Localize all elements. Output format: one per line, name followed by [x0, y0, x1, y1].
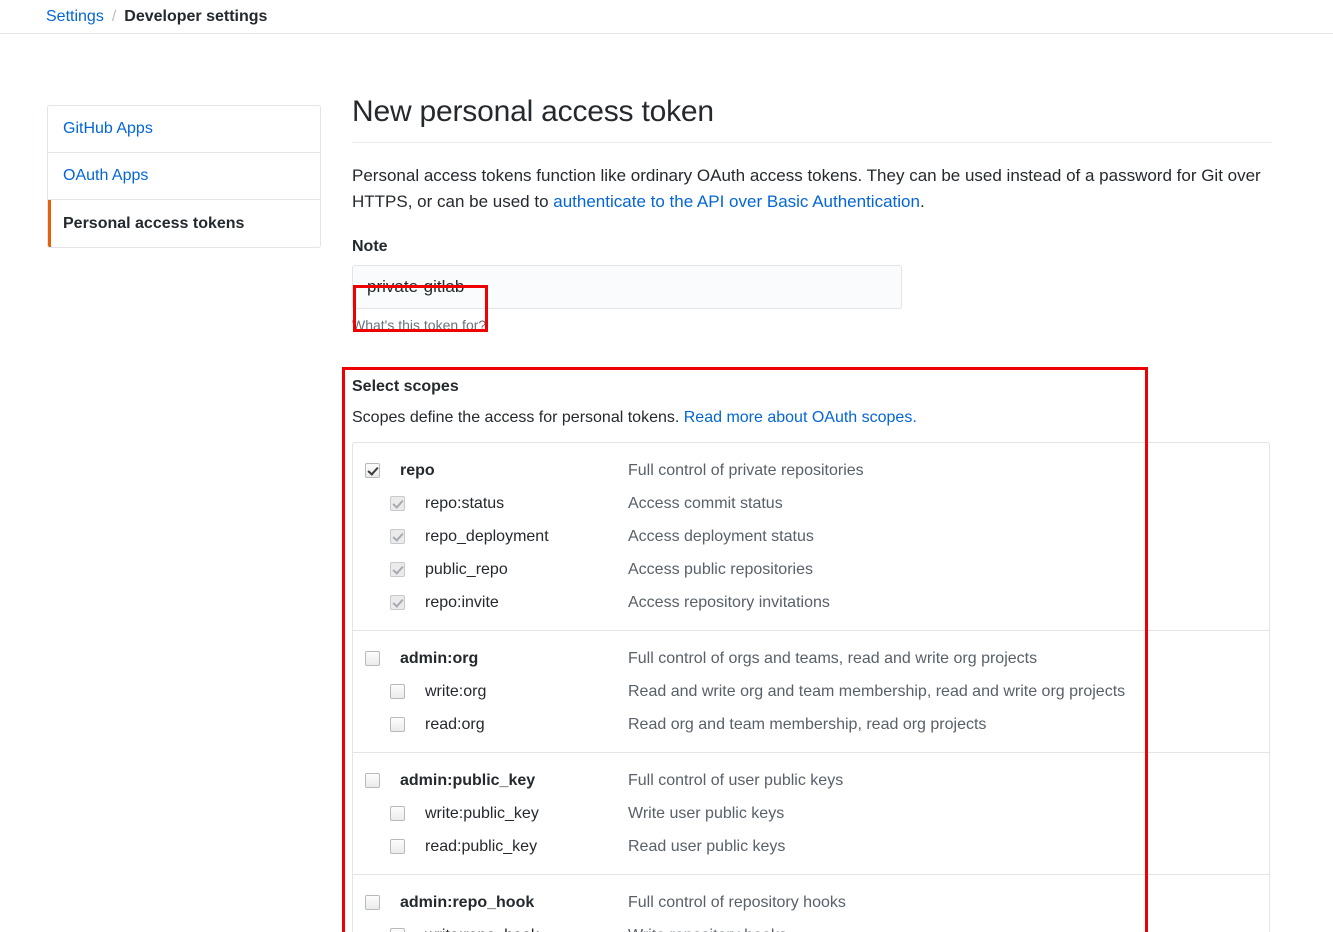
scope-row[interactable]: public_repo Access public repositories: [353, 553, 1269, 586]
checkbox-public-repo[interactable]: [390, 562, 405, 577]
checkbox-write-repo-hook[interactable]: [390, 928, 405, 932]
checkbox-repo-invite[interactable]: [390, 595, 405, 610]
oauth-scopes-doc-link[interactable]: Read more about OAuth scopes.: [684, 409, 917, 426]
sidebar-item-label: Personal access tokens: [63, 214, 245, 232]
breadcrumb-settings-link[interactable]: Settings: [46, 8, 104, 25]
sidebar-item-github-apps[interactable]: GitHub Apps: [48, 106, 320, 153]
checkbox-read-public-key[interactable]: [390, 839, 405, 854]
sidebar-item-oauth-apps[interactable]: OAuth Apps: [48, 153, 320, 200]
scope-row[interactable]: write:repo_hook Write repository hooks: [353, 919, 1269, 932]
scope-description: Write user public keys: [628, 804, 785, 822]
sidebar-item-label: OAuth Apps: [63, 167, 149, 184]
scope-name: admin:repo_hook: [400, 893, 535, 911]
breadcrumb-current: Developer settings: [124, 7, 268, 25]
scope-name: read:org: [425, 715, 485, 733]
scope-description: Write repository hooks: [628, 927, 787, 932]
checkbox-admin-repo-hook[interactable]: [365, 895, 380, 910]
checkbox-admin-org[interactable]: [365, 651, 380, 666]
scope-group-admin-repo-hook: admin:repo_hook Full control of reposito…: [353, 875, 1269, 932]
sidebar-item-personal-access-tokens[interactable]: Personal access tokens: [48, 200, 320, 247]
scope-name: admin:org: [400, 649, 479, 667]
scope-row[interactable]: repo_deployment Access deployment status: [353, 520, 1269, 553]
main-content: New personal access token Personal acces…: [352, 94, 1272, 333]
checkbox-write-org[interactable]: [390, 684, 405, 699]
scope-name: repo:status: [425, 494, 505, 512]
scope-description: Access repository invitations: [628, 593, 830, 611]
scopes-heading: Select scopes: [352, 378, 459, 395]
breadcrumb-separator: /: [111, 7, 117, 25]
scope-name: repo:invite: [425, 593, 499, 611]
select-scopes-section: Select scopes Scopes define the access f…: [352, 378, 1272, 932]
scope-name: write:public_key: [425, 804, 539, 822]
scopes-description: Scopes define the access for personal to…: [352, 409, 1272, 427]
scope-description: Full control of repository hooks: [628, 893, 846, 911]
checkbox-read-org[interactable]: [390, 717, 405, 732]
note-hint: What's this token for?: [352, 316, 487, 333]
scopes-description-text: Scopes define the access for personal to…: [352, 409, 684, 426]
intro-paragraph: Personal access tokens function like ord…: [352, 163, 1272, 216]
sidebar-item-label: GitHub Apps: [63, 120, 153, 137]
checkbox-repo[interactable]: [365, 463, 380, 478]
note-input[interactable]: [352, 264, 902, 309]
scope-description: Full control of orgs and teams, read and…: [628, 649, 1038, 667]
scope-name: public_repo: [425, 560, 508, 578]
scope-row[interactable]: write:org Read and write org and team me…: [353, 675, 1269, 708]
basic-auth-doc-link[interactable]: authenticate to the API over Basic Authe…: [553, 192, 920, 211]
scope-name: repo: [400, 461, 435, 479]
scope-group-admin-public-key: admin:public_key Full control of user pu…: [353, 753, 1269, 875]
scope-row[interactable]: write:public_key Write user public keys: [353, 797, 1269, 830]
scope-description: Access deployment status: [628, 527, 814, 545]
scope-row[interactable]: repo:invite Access repository invitation…: [353, 586, 1269, 619]
scope-row[interactable]: repo Full control of private repositorie…: [353, 454, 1269, 487]
scope-description: Full control of private repositories: [628, 461, 864, 479]
scope-description: Access commit status: [628, 494, 783, 512]
scope-description: Full control of user public keys: [628, 771, 844, 789]
scope-name: write:repo_hook: [425, 927, 628, 932]
scope-description: Read and write org and team membership, …: [628, 682, 1126, 700]
scope-description: Read org and team membership, read org p…: [628, 715, 987, 733]
settings-sidebar: GitHub Apps OAuth Apps Personal access t…: [47, 105, 321, 248]
scope-row[interactable]: admin:repo_hook Full control of reposito…: [353, 886, 1269, 919]
scope-list: repo Full control of private repositorie…: [352, 442, 1270, 932]
scope-group-admin-org: admin:org Full control of orgs and teams…: [353, 631, 1269, 753]
checkbox-admin-public-key[interactable]: [365, 773, 380, 788]
scope-name: admin:public_key: [400, 771, 536, 789]
page-title: New personal access token: [352, 95, 714, 128]
scope-group-repo: repo Full control of private repositorie…: [353, 443, 1269, 631]
scope-row[interactable]: admin:org Full control of orgs and teams…: [353, 642, 1269, 675]
scope-name: write:org: [425, 682, 487, 700]
scope-row[interactable]: read:public_key Read user public keys: [353, 830, 1269, 863]
page-body: GitHub Apps OAuth Apps Personal access t…: [0, 34, 1333, 932]
scope-description: Access public repositories: [628, 560, 813, 578]
title-divider: [352, 142, 1272, 143]
scope-row[interactable]: admin:public_key Full control of user pu…: [353, 764, 1269, 797]
scope-row[interactable]: repo:status Access commit status: [353, 487, 1269, 520]
scope-name: read:public_key: [425, 837, 538, 855]
note-label: Note: [352, 237, 388, 255]
checkbox-repo-deployment[interactable]: [390, 529, 405, 544]
breadcrumb: Settings / Developer settings: [0, 0, 1333, 34]
scope-row[interactable]: read:org Read org and team membership, r…: [353, 708, 1269, 741]
checkbox-write-public-key[interactable]: [390, 806, 405, 821]
checkbox-repo-status[interactable]: [390, 496, 405, 511]
scope-name: repo_deployment: [425, 527, 549, 545]
intro-text-after: .: [919, 192, 925, 212]
scope-description: Read user public keys: [628, 837, 786, 855]
